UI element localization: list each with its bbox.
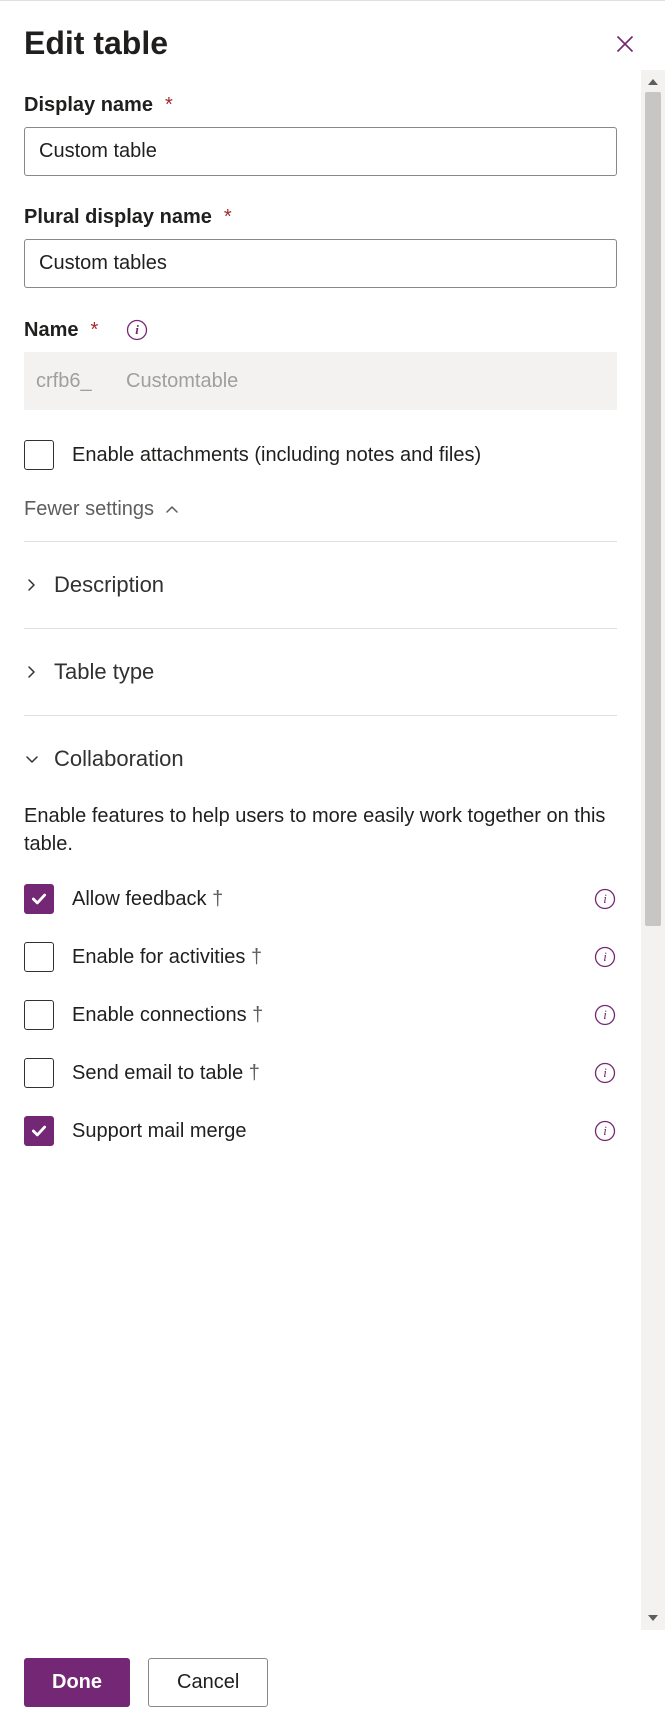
plural-display-name-label: Plural display name*: [24, 206, 617, 229]
mail-merge-checkbox[interactable]: [24, 1116, 54, 1146]
svg-text:i: i: [603, 1007, 607, 1022]
panel-footer: Done Cancel: [0, 1630, 665, 1735]
cancel-button[interactable]: Cancel: [148, 1658, 268, 1707]
send-email-label: Send email to table †: [72, 1058, 581, 1087]
chevron-up-icon: [164, 502, 180, 518]
scrollbar[interactable]: [641, 70, 665, 1630]
name-input-row: crfb6_ Customtable: [24, 352, 617, 410]
info-icon: i: [594, 888, 616, 910]
scroll-thumb[interactable]: [645, 92, 661, 926]
plural-display-name-input[interactable]: [24, 239, 617, 288]
name-info-button[interactable]: i: [125, 318, 149, 342]
enable-activities-row: Enable for activities † i: [24, 942, 617, 972]
name-prefix: crfb6_: [24, 352, 114, 410]
enable-connections-row: Enable connections † i: [24, 1000, 617, 1030]
enable-connections-checkbox[interactable]: [24, 1000, 54, 1030]
chevron-down-icon: [24, 751, 40, 767]
display-name-input[interactable]: [24, 127, 617, 176]
svg-text:i: i: [603, 1065, 607, 1080]
enable-activities-info-button[interactable]: i: [593, 945, 617, 969]
send-email-checkbox[interactable]: [24, 1058, 54, 1088]
display-name-field: Display name*: [24, 94, 617, 176]
description-section-header[interactable]: Description: [24, 542, 617, 628]
chevron-right-icon: [24, 664, 40, 680]
svg-text:i: i: [603, 949, 607, 964]
edit-table-panel: Edit table Display name* Plural display …: [0, 0, 665, 1735]
svg-text:i: i: [136, 322, 140, 337]
info-icon: i: [594, 1120, 616, 1142]
panel-body: Display name* Plural display name* Name*…: [0, 70, 641, 1630]
info-icon: i: [594, 1062, 616, 1084]
close-icon: [615, 34, 635, 54]
name-value: Customtable: [114, 352, 617, 410]
collaboration-description: Enable features to help users to more ea…: [24, 802, 617, 858]
scroll-up-button[interactable]: [641, 72, 665, 92]
scroll-track[interactable]: [641, 92, 665, 1608]
allow-feedback-info-button[interactable]: i: [593, 887, 617, 911]
chevron-right-icon: [24, 577, 40, 593]
plural-display-name-field: Plural display name*: [24, 206, 617, 288]
enable-connections-label: Enable connections †: [72, 1000, 581, 1029]
enable-attachments-checkbox[interactable]: [24, 440, 54, 470]
mail-merge-info-button[interactable]: i: [593, 1119, 617, 1143]
enable-activities-checkbox[interactable]: [24, 942, 54, 972]
triangle-down-icon: [647, 1612, 659, 1624]
done-button[interactable]: Done: [24, 1658, 130, 1707]
svg-text:i: i: [603, 891, 607, 906]
checkmark-icon: [30, 890, 48, 908]
allow-feedback-row: Allow feedback † i: [24, 884, 617, 914]
send-email-row: Send email to table † i: [24, 1058, 617, 1088]
mail-merge-label: Support mail merge: [72, 1116, 581, 1145]
collaboration-section-header[interactable]: Collaboration: [24, 716, 617, 802]
close-button[interactable]: [609, 28, 641, 60]
required-indicator: *: [90, 319, 98, 342]
enable-attachments-row: Enable attachments (including notes and …: [24, 440, 617, 470]
mail-merge-row: Support mail merge i: [24, 1116, 617, 1146]
required-indicator: *: [224, 206, 232, 229]
required-indicator: *: [165, 94, 173, 117]
info-icon: i: [594, 1004, 616, 1026]
name-field: Name* i crfb6_ Customtable: [24, 318, 617, 410]
checkmark-icon: [30, 1122, 48, 1140]
name-label: Name* i: [24, 318, 617, 342]
info-icon: i: [594, 946, 616, 968]
fewer-settings-toggle[interactable]: Fewer settings: [24, 498, 617, 521]
send-email-info-button[interactable]: i: [593, 1061, 617, 1085]
allow-feedback-label: Allow feedback †: [72, 884, 581, 913]
table-type-section-header[interactable]: Table type: [24, 629, 617, 715]
info-icon: i: [126, 319, 148, 341]
panel-title: Edit table: [24, 25, 168, 62]
enable-activities-label: Enable for activities †: [72, 942, 581, 971]
svg-text:i: i: [603, 1123, 607, 1138]
scroll-down-button[interactable]: [641, 1608, 665, 1628]
enable-attachments-label: Enable attachments (including notes and …: [72, 440, 617, 469]
display-name-label: Display name*: [24, 94, 617, 117]
triangle-up-icon: [647, 76, 659, 88]
allow-feedback-checkbox[interactable]: [24, 884, 54, 914]
enable-connections-info-button[interactable]: i: [593, 1003, 617, 1027]
panel-header: Edit table: [0, 1, 665, 70]
